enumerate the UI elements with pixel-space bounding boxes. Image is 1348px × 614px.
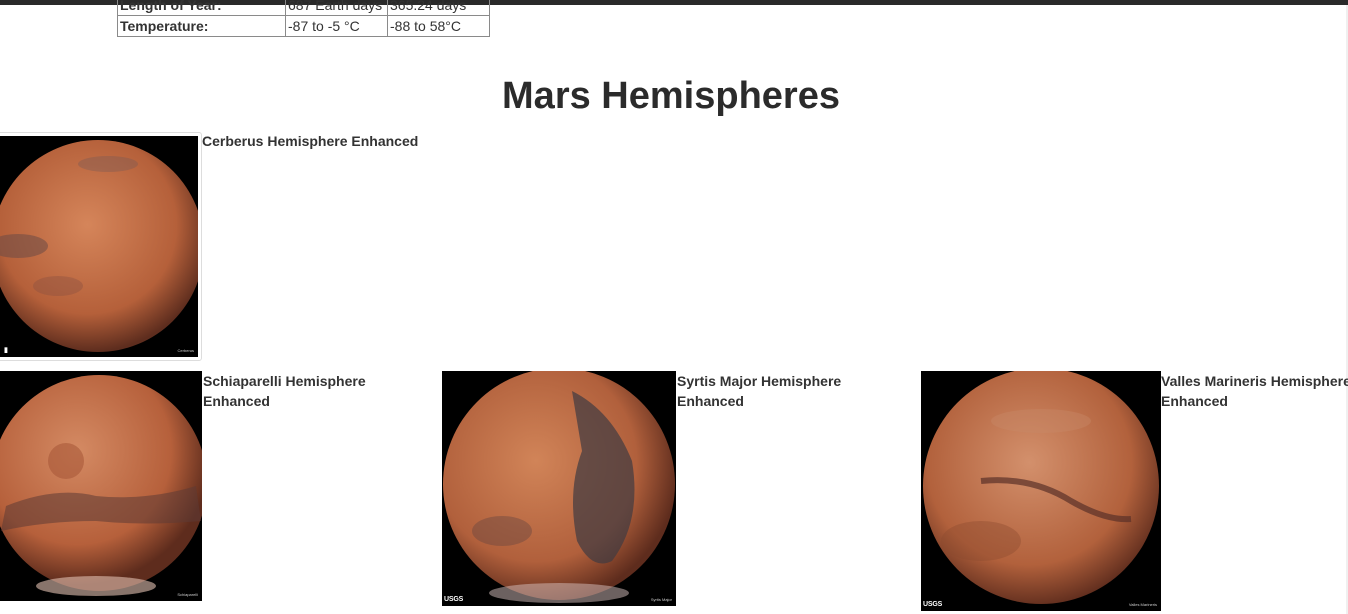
hemisphere-title: Schiaparelli Hemisphere Enhanced [203, 373, 366, 409]
usgs-logo: USGS [923, 601, 943, 608]
hemisphere-image: USGS Syrtis Major [442, 371, 676, 606]
row-label: Length of Year: [117, 0, 286, 16]
hemisphere-image: USGS Valles Marineris [921, 371, 1161, 611]
hemisphere-thumbnail-syrtis-major[interactable]: USGS Syrtis Major [442, 371, 676, 606]
row-label: Temperature: [117, 15, 286, 37]
image-label: Valles Marineris [1128, 602, 1157, 607]
hemisphere-title: Syrtis Major Hemisphere Enhanced [677, 373, 842, 409]
image-label: Syrtis Major [650, 597, 672, 602]
table-row: Temperature: -87 to -5 °C -88 to 58°C [117, 15, 490, 37]
earth-value: 365.24 days [387, 0, 490, 16]
table-row: Length of Year: 687 Earth days 365.24 da… [117, 0, 490, 16]
usgs-logo: ▮ [4, 347, 8, 354]
hemisphere-image: ▮ Cerberus [0, 136, 198, 357]
hemisphere-thumbnail-valles-marineris[interactable]: USGS Valles Marineris [921, 371, 1161, 611]
mars-earth-comparison-table: Length of Year: 687 Earth days 365.24 da… [117, 0, 490, 37]
section-title: Mars Hemispheres [502, 75, 840, 117]
image-label: Cerberus [177, 348, 194, 353]
mars-value: 687 Earth days [285, 0, 388, 16]
hemisphere-image: Schiaparelli [0, 371, 202, 601]
hemisphere-title: Cerberus Hemisphere Enhanced [202, 133, 419, 149]
image-label: Schiaparelli [177, 592, 198, 597]
hemisphere-thumbnail-cerberus[interactable]: ▮ Cerberus [0, 132, 202, 361]
hemisphere-title: Valles Marineris Hemisphere Enhanced [1161, 373, 1348, 409]
usgs-logo: USGS [444, 596, 464, 603]
mars-value: -87 to -5 °C [285, 15, 388, 37]
hemisphere-thumbnail-schiaparelli[interactable]: Schiaparelli [0, 371, 202, 601]
earth-value: -88 to 58°C [387, 15, 490, 37]
